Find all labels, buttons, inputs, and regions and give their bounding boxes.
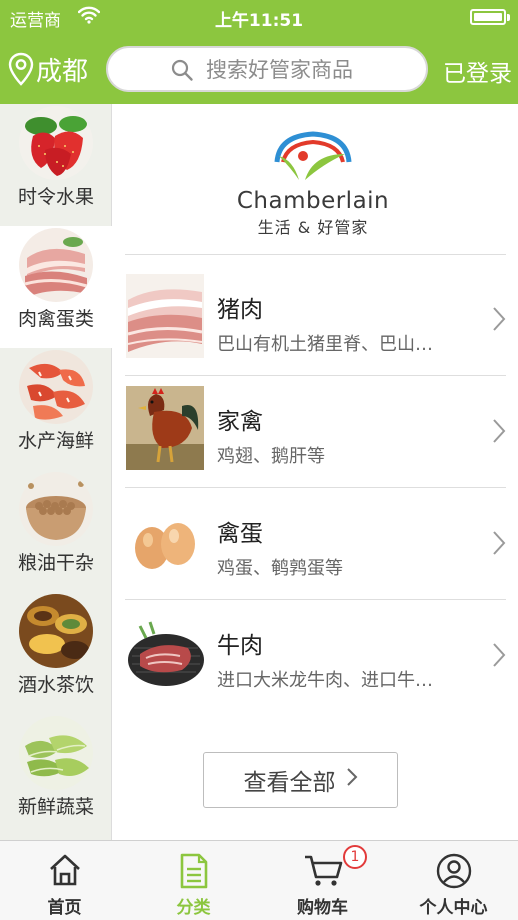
sidebar-item-label: 粮油干杂 (17, 552, 94, 574)
sidebar-item-label: 时令水果 (17, 186, 94, 208)
brand-tagline: 生活 & 好管家 (257, 218, 369, 237)
chevron-right-icon (346, 767, 358, 793)
beef-image (126, 610, 204, 694)
category-row-poultry[interactable]: 家禽 鸡翅、鹅肝等 (125, 376, 506, 488)
clock: 上午11:51 (214, 11, 304, 31)
pork-image (126, 274, 204, 358)
sidebar-item-label: 新鲜蔬菜 (17, 796, 94, 818)
sidebar-item-label: 酒水茶饮 (17, 674, 94, 696)
tab-profile[interactable]: 个人中心 (389, 841, 518, 920)
app-header: 运营商 上午11:51 成都 搜索好管家商品 已登录 (0, 0, 518, 104)
category-desc: 鸡翅、鹅肝等 (217, 446, 325, 467)
eggs-image (126, 498, 204, 582)
sidebar-item-label: 水产海鲜 (17, 430, 94, 452)
view-all-label: 查看全部 (243, 770, 336, 796)
tab-category[interactable]: 分类 (129, 841, 258, 920)
strawberry-thumb (19, 106, 93, 180)
sidebar-item-drinks[interactable]: 酒水茶饮 (0, 592, 112, 714)
chevron-right-icon (493, 643, 506, 667)
tab-label: 购物车 (297, 898, 348, 918)
sidebar-item-label: 肉禽蛋类 (17, 308, 94, 330)
category-content: Chamberlain 生活 & 好管家 猪肉 巴山有机土猪里脊、巴山… 家禽 … (113, 104, 518, 840)
brand-name: Chamberlain (236, 188, 390, 214)
tab-home[interactable]: 首页 (0, 841, 129, 920)
category-row-pork[interactable]: 猪肉 巴山有机土猪里脊、巴山… (125, 264, 506, 376)
search-icon (171, 59, 193, 81)
category-row-beef[interactable]: 牛肉 进口大米龙牛肉、进口牛… (125, 600, 506, 712)
tab-label: 首页 (47, 898, 82, 918)
city-selector[interactable]: 成都 (8, 47, 88, 91)
chamberlain-logo-icon (274, 131, 352, 180)
beans-thumb (19, 472, 93, 546)
location-pin-icon (8, 52, 34, 86)
city-name: 成都 (36, 56, 89, 87)
category-desc: 巴山有机土猪里脊、巴山… (217, 334, 433, 355)
category-desc: 鸡蛋、鹌鹑蛋等 (217, 558, 343, 579)
sidebar-item-vegetables[interactable]: 新鲜蔬菜 (0, 714, 112, 836)
shrimp-thumb (19, 350, 93, 424)
sidebar-item-meat-eggs[interactable]: 肉禽蛋类 (0, 226, 112, 348)
search-placeholder: 搜索好管家商品 (206, 58, 353, 82)
status-bar: 运营商 上午11:51 (0, 0, 518, 34)
vegetable-thumb (19, 716, 93, 790)
category-title: 禽蛋 (217, 521, 263, 547)
chevron-right-icon (493, 307, 506, 331)
brand-logo: Chamberlain 生活 & 好管家 (213, 124, 413, 237)
tab-cart[interactable]: 购物车 (258, 841, 387, 920)
sidebar-item-seafood[interactable]: 水产海鲜 (0, 348, 112, 470)
category-title: 牛肉 (217, 633, 263, 659)
cart-count-badge: 1 (343, 845, 367, 869)
category-title: 猪肉 (217, 297, 263, 323)
category-desc: 进口大米龙牛肉、进口牛… (217, 670, 433, 691)
nav-bar: 成都 搜索好管家商品 已登录 (0, 34, 518, 104)
category-title: 家禽 (217, 409, 263, 435)
sidebar-item-fruit[interactable]: 时令水果 (0, 104, 112, 226)
chevron-right-icon (493, 531, 506, 555)
bottom-tab-bar: 首页 分类 购物车 1 个人中心 (0, 840, 518, 920)
category-row-eggs[interactable]: 禽蛋 鸡蛋、鹌鹑蛋等 (125, 488, 506, 600)
home-icon (0, 853, 129, 887)
rooster-image (126, 386, 204, 470)
user-icon (389, 853, 518, 889)
cart-icon (258, 853, 387, 887)
divider (125, 254, 506, 255)
category-icon (129, 853, 258, 889)
category-sidebar: 时令水果 肉禽蛋类 水产海鲜 粮油干杂 酒水茶饮 新鲜蔬菜 (0, 104, 112, 840)
meat-thumb (19, 228, 93, 302)
search-input[interactable]: 搜索好管家商品 (106, 46, 428, 92)
chevron-right-icon (493, 419, 506, 443)
sidebar-item-grains[interactable]: 粮油干杂 (0, 470, 112, 592)
tab-label: 分类 (176, 898, 211, 918)
tab-label: 个人中心 (419, 898, 488, 918)
battery-icon (470, 9, 510, 25)
view-all-button[interactable]: 查看全部 (203, 752, 398, 808)
tea-thumb (19, 594, 93, 668)
login-status-button[interactable]: 已登录 (443, 54, 512, 88)
